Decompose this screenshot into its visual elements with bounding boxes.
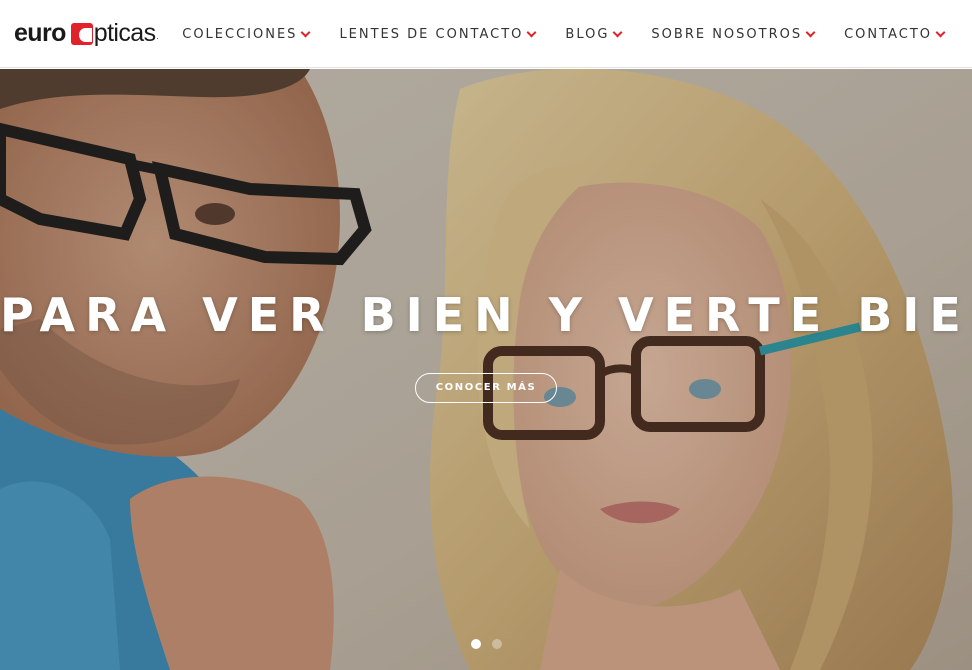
nav-item-lentes-de-contacto[interactable]: LENTES DE CONTACTO	[339, 26, 537, 42]
hero-overlay	[0, 69, 972, 670]
chevron-down-icon	[935, 27, 946, 37]
nav-item-sobre-nosotros[interactable]: SOBRE NOSOTROS	[651, 26, 816, 42]
main-nav: COLECCIONES LENTES DE CONTACTO BLOG SOBR…	[182, 0, 946, 68]
nav-item-blog[interactable]: BLOG	[565, 26, 623, 42]
nav-item-contacto[interactable]: CONTACTO	[844, 26, 946, 42]
chevron-down-icon	[526, 27, 537, 37]
logo[interactable]: euro pticas .	[14, 18, 159, 48]
nav-item-colecciones[interactable]: COLECCIONES	[182, 26, 311, 42]
hero-slider: PARA VER BIEN Y VERTE BIEN CONOCER MÁS	[0, 69, 972, 670]
chevron-down-icon	[805, 27, 816, 37]
nav-label: SOBRE NOSOTROS	[651, 26, 803, 42]
slider-dot-2[interactable]	[492, 639, 502, 649]
chevron-down-icon	[612, 27, 623, 37]
nav-label: BLOG	[565, 26, 610, 42]
hero-title: PARA VER BIEN Y VERTE BIEN	[0, 288, 972, 342]
logo-text-euro: euro	[14, 19, 66, 47]
slider-dots	[471, 639, 513, 649]
logo-dot: .	[156, 32, 159, 41]
logo-text-pticas: pticas	[93, 19, 156, 47]
logo-o-mark-icon	[70, 23, 93, 45]
nav-label: LENTES DE CONTACTO	[339, 26, 524, 42]
slider-dot-1[interactable]	[471, 639, 481, 649]
nav-label: CONTACTO	[844, 26, 932, 42]
nav-label: COLECCIONES	[182, 26, 298, 42]
chevron-down-icon	[300, 27, 311, 37]
site-header: euro pticas . COLECCIONES LENTES DE CONT…	[0, 0, 972, 68]
conocer-mas-button[interactable]: CONOCER MÁS	[415, 373, 557, 403]
